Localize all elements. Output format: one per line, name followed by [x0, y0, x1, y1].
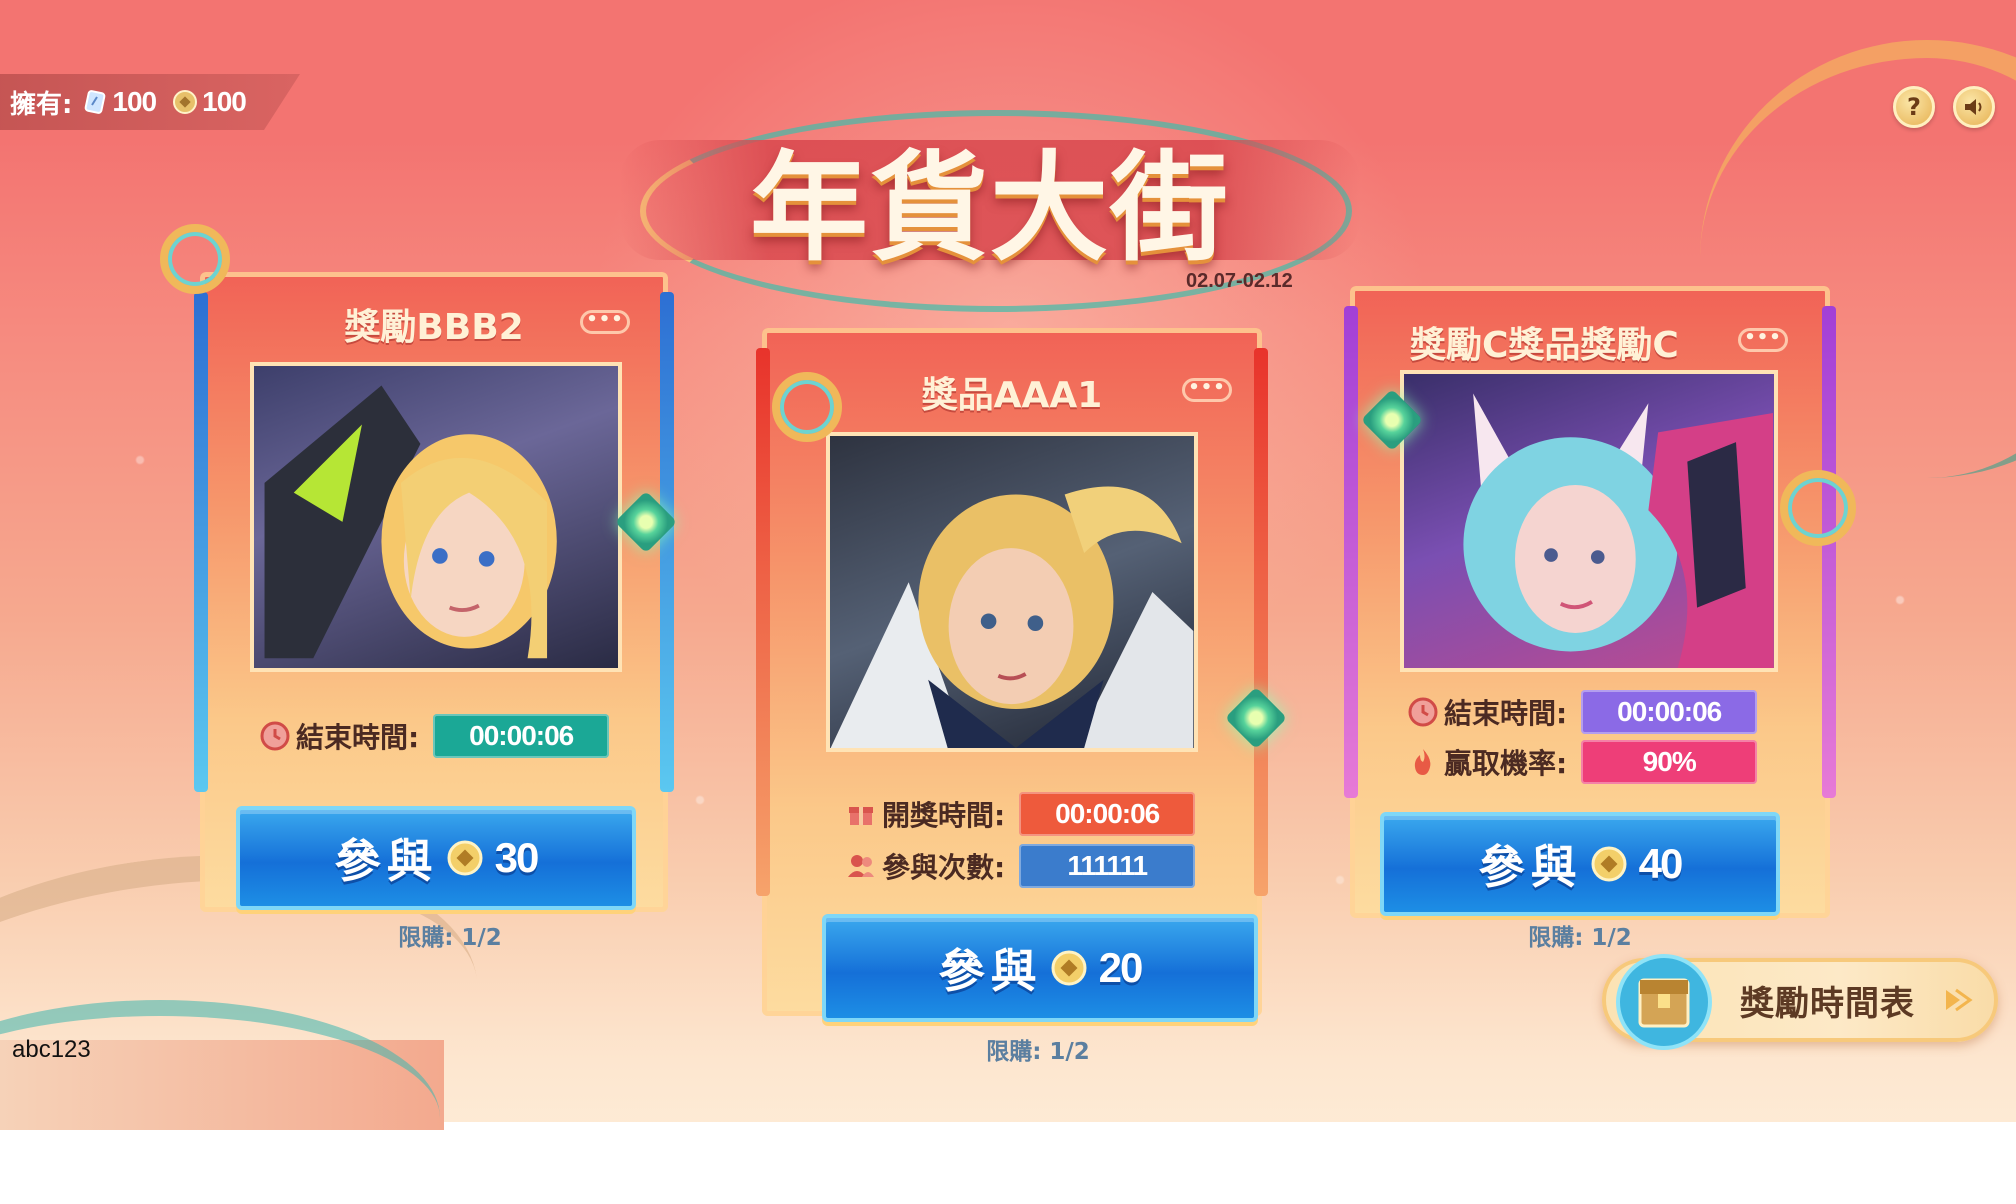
clock-icon: [1408, 697, 1438, 727]
card-side-decor: [660, 292, 674, 792]
participation-count: 111111: [1019, 844, 1196, 888]
owned-label: 擁有:: [10, 89, 73, 120]
gift-icon: [849, 807, 873, 825]
user-id-label: abc123: [12, 1036, 91, 1063]
clock-icon: [260, 721, 290, 751]
card-side-decor: [756, 348, 770, 896]
info-label: 結束時間:: [1444, 697, 1568, 730]
join-cost: 40: [1638, 840, 1684, 887]
end-time-value: 00:00:06: [1581, 690, 1758, 734]
reward-schedule-button[interactable]: 獎勵時間表: [1602, 954, 1998, 1050]
prize-card-3: 獎勵C獎品獎勵C ••• 結束時間: 00:00:06 贏取機率: 90% 參與…: [1344, 286, 1836, 918]
card-side-decor: [1822, 306, 1836, 798]
more-options-button[interactable]: •••: [1738, 328, 1788, 352]
info-label: 結束時間:: [296, 721, 420, 754]
prize-portrait: [250, 362, 622, 672]
hero-portrait-art: [1463, 393, 1773, 668]
prize-portrait: [826, 432, 1198, 752]
flame-icon: [1414, 749, 1431, 775]
ring-decor: [1780, 470, 1856, 546]
help-icon: ?: [1907, 93, 1921, 121]
bottom-white-band: [0, 1130, 2016, 1204]
purchase-limit: 限購: 1/2: [1528, 925, 1632, 951]
treasure-chest-icon: [1616, 954, 1712, 1050]
join-button[interactable]: 參與 40: [1380, 812, 1780, 916]
coin-icon: [173, 90, 198, 114]
ticket-count: 100: [112, 86, 157, 117]
prize-card-1: 獎勵BBB2 ••• 結束時間: 00:00:06 參與 30: [194, 272, 674, 912]
join-label: 參與: [938, 944, 1043, 998]
card-side-decor: [194, 292, 208, 792]
event-date-range: 02.07-02.12: [1186, 270, 1293, 292]
ring-decor: [772, 372, 842, 442]
end-time-value: 00:00:06: [433, 714, 610, 758]
draw-time-value: 00:00:06: [1019, 792, 1196, 836]
prize-portrait: [1400, 370, 1778, 672]
arrow-right-icon: [1946, 988, 1973, 1012]
join-label: 參與: [334, 834, 439, 888]
coin-count: 100: [202, 86, 247, 117]
join-button[interactable]: 參與 30: [236, 806, 636, 910]
owned-currency-bar: 擁有: 100 100: [0, 74, 300, 130]
hero-portrait-art: [264, 385, 557, 659]
sound-button[interactable]: [1953, 86, 1995, 128]
hero-portrait-art: [830, 486, 1194, 748]
info-label: 贏取機率:: [1444, 747, 1568, 780]
info-row-participation: 參與次數: 111111: [846, 844, 1196, 888]
info-label: 參與次數:: [882, 851, 1006, 884]
win-rate-value: 90%: [1581, 740, 1758, 784]
event-title-banner: 年貨大街 02.07-02.12: [620, 100, 1360, 312]
event-title: 年貨大街: [749, 138, 1230, 277]
help-button[interactable]: ?: [1893, 86, 1935, 128]
coin-icon: [1591, 846, 1627, 882]
card-side-decor: [1254, 348, 1268, 896]
coin-icon: [1051, 950, 1087, 986]
info-row-win-rate: 贏取機率: 90%: [1408, 740, 1758, 784]
more-options-button[interactable]: •••: [580, 310, 630, 334]
purchase-limit: 限購: 1/2: [398, 925, 502, 951]
card-side-decor: [1344, 306, 1358, 798]
info-label: 開獎時間:: [882, 799, 1006, 832]
join-cost: 20: [1098, 944, 1144, 991]
game-screen: 擁有: 100 100 年貨大街 02.07-02.12 ? 獎勵BBB2 ••…: [0, 0, 2016, 1204]
info-row-end-time: 結束時間: 00:00:06: [1408, 690, 1758, 734]
info-row-draw-time: 開獎時間: 00:00:06: [846, 792, 1196, 836]
join-button[interactable]: 參與 20: [822, 914, 1258, 1022]
coin-icon: [447, 840, 483, 876]
join-label: 參與: [1478, 840, 1583, 894]
ticket-icon: [85, 90, 106, 114]
people-icon: [848, 855, 874, 877]
info-row-end-time: 結束時間: 00:00:06: [260, 714, 610, 758]
more-options-button[interactable]: •••: [1182, 378, 1232, 402]
ring-decor: [160, 224, 230, 294]
join-cost: 30: [494, 834, 540, 881]
purchase-limit: 限購: 1/2: [986, 1039, 1090, 1065]
card-title: 獎勵C獎品獎勵C: [1410, 325, 1679, 366]
reward-schedule-label: 獎勵時間表: [1740, 984, 1915, 1024]
prize-card-2: 獎品AAA1 ••• 開獎時間: 00:00:06 參與次數: 111111 參…: [756, 328, 1268, 1022]
speaker-icon: [1965, 99, 1982, 115]
